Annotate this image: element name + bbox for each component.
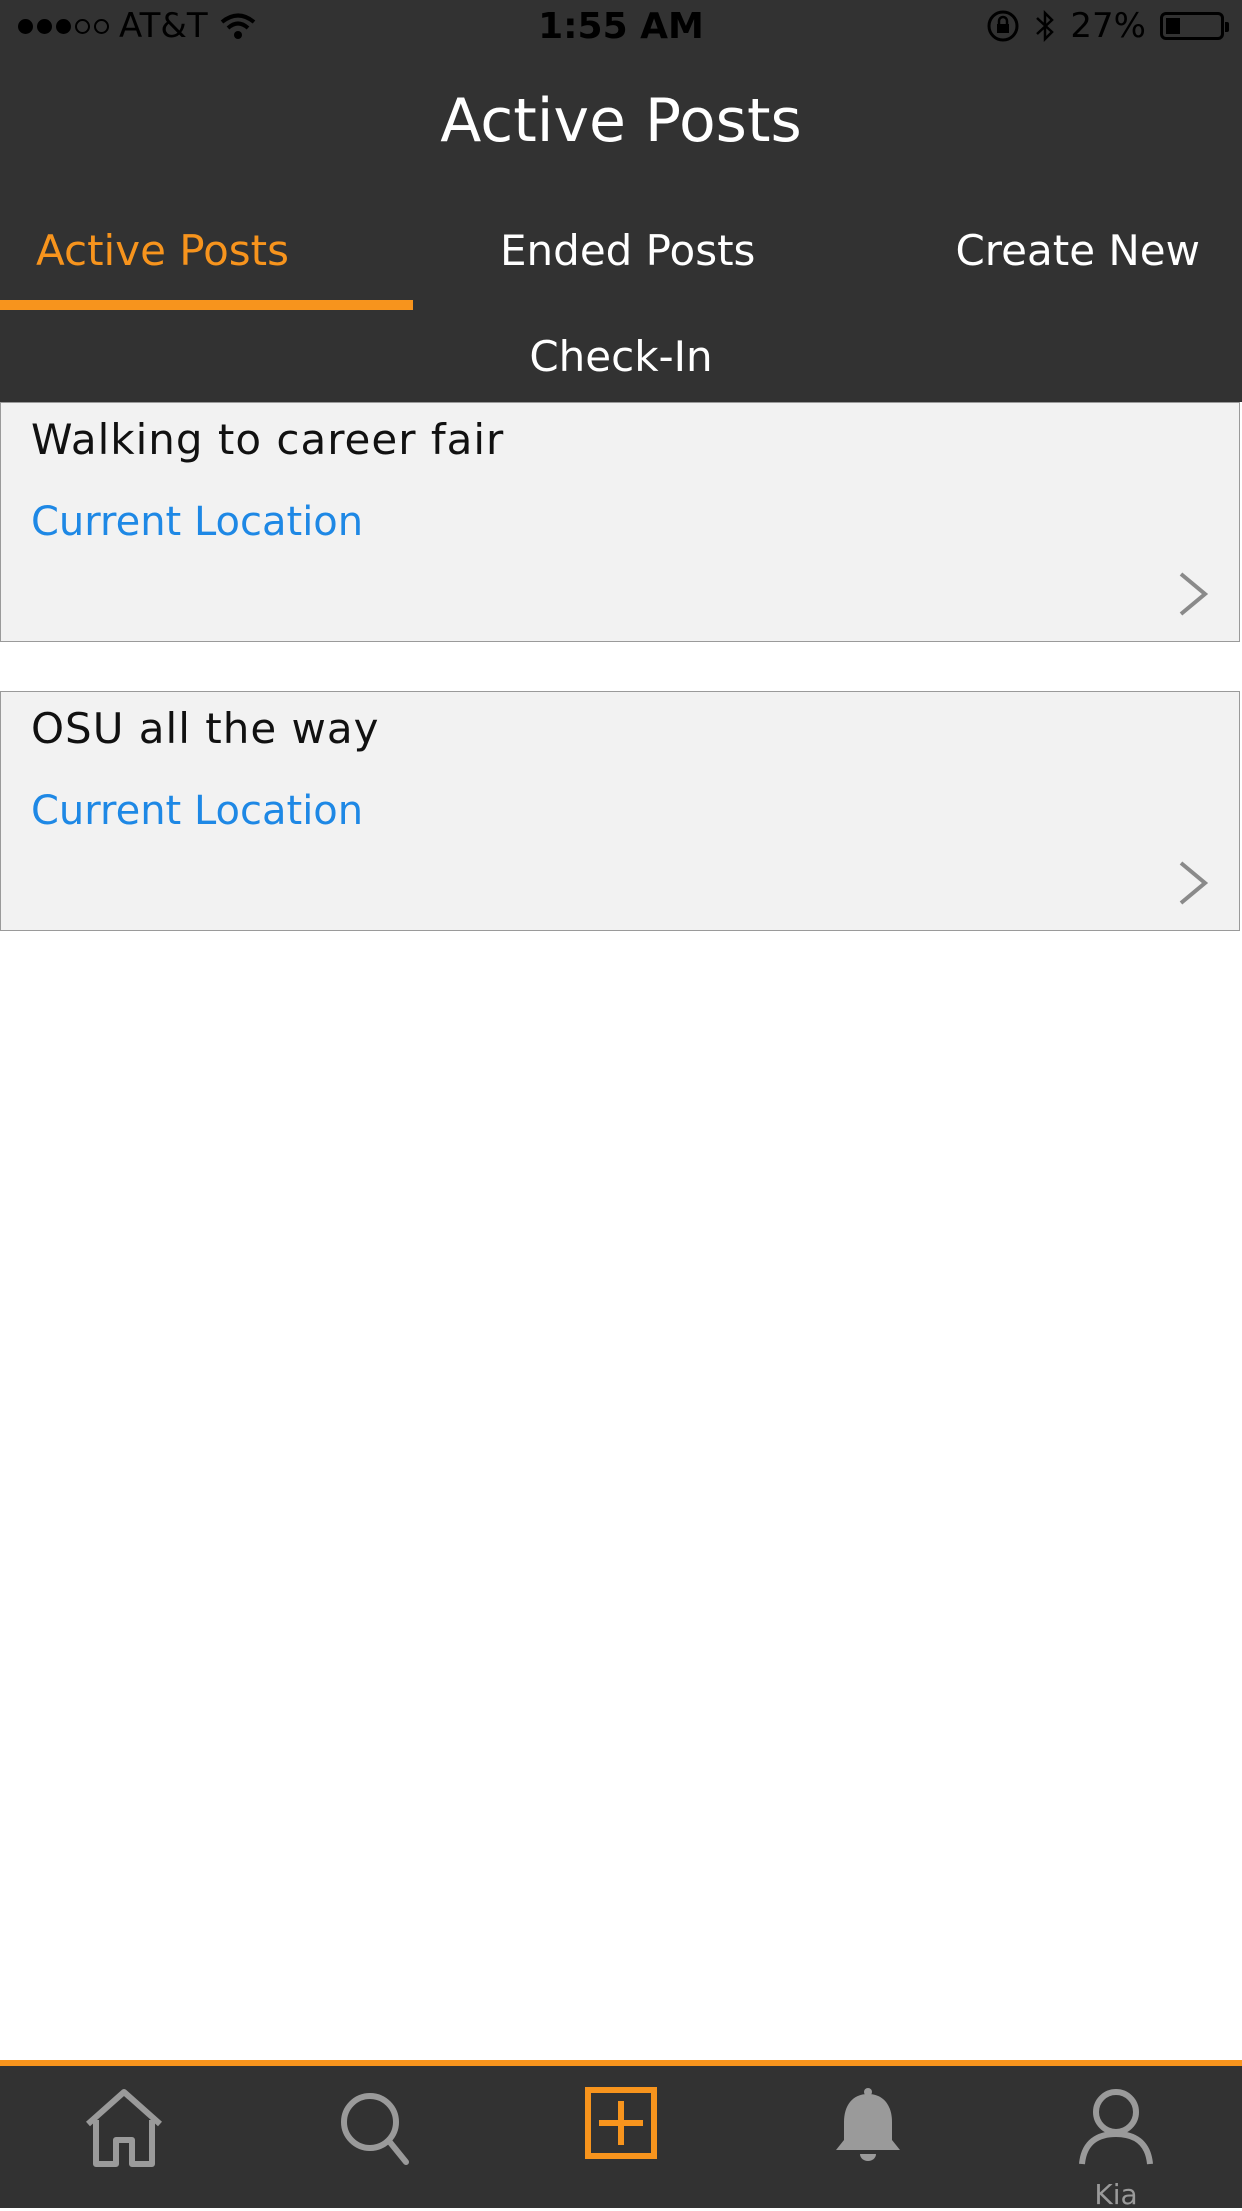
status-bar: AT&T 1:55 AM 27% <box>0 0 1242 60</box>
tab-create-post[interactable] <box>561 2084 681 2204</box>
page-title: Active Posts <box>440 86 802 156</box>
bluetooth-icon <box>1036 9 1055 43</box>
tab-search[interactable] <box>314 2084 434 2204</box>
battery-level-fill <box>1166 18 1180 34</box>
post-card[interactable]: Walking to career fair Current Location <box>0 402 1240 642</box>
active-tab-indicator <box>0 300 413 310</box>
tab-create-new[interactable]: Create New <box>955 226 1200 275</box>
tab-ended-posts[interactable]: Ended Posts <box>500 226 755 275</box>
tab-home[interactable] <box>64 2084 184 2204</box>
tab-active-posts[interactable]: Active Posts <box>36 226 289 275</box>
nav-header: Active Posts Active Posts Ended Posts Cr… <box>0 60 1242 402</box>
post-title: OSU all the way <box>31 704 380 753</box>
post-title: Walking to career fair <box>31 415 505 464</box>
home-icon <box>86 2089 162 2167</box>
add-post-icon <box>585 2087 657 2159</box>
post-location-link[interactable]: Current Location <box>31 499 363 545</box>
bottom-tab-bar: Kia <box>0 2060 1242 2211</box>
tab-profile[interactable]: Kia <box>1056 2084 1176 2211</box>
bell-icon <box>836 2088 900 2161</box>
status-right: 27% <box>986 6 1229 46</box>
chevron-right-icon <box>1179 572 1209 616</box>
tab-notifications[interactable] <box>808 2084 928 2204</box>
profile-name-label: Kia <box>1094 2178 1138 2211</box>
search-icon <box>341 2093 409 2165</box>
chevron-right-icon <box>1179 861 1209 905</box>
tab-check-in[interactable]: Check-In <box>0 332 1242 381</box>
battery-icon <box>1160 12 1229 40</box>
post-card[interactable]: OSU all the way Current Location <box>0 691 1240 931</box>
profile-icon <box>1079 2089 1153 2165</box>
rotation-lock-icon <box>987 10 1019 42</box>
post-location-link[interactable]: Current Location <box>31 788 363 834</box>
battery-percent: 27% <box>1070 6 1146 46</box>
